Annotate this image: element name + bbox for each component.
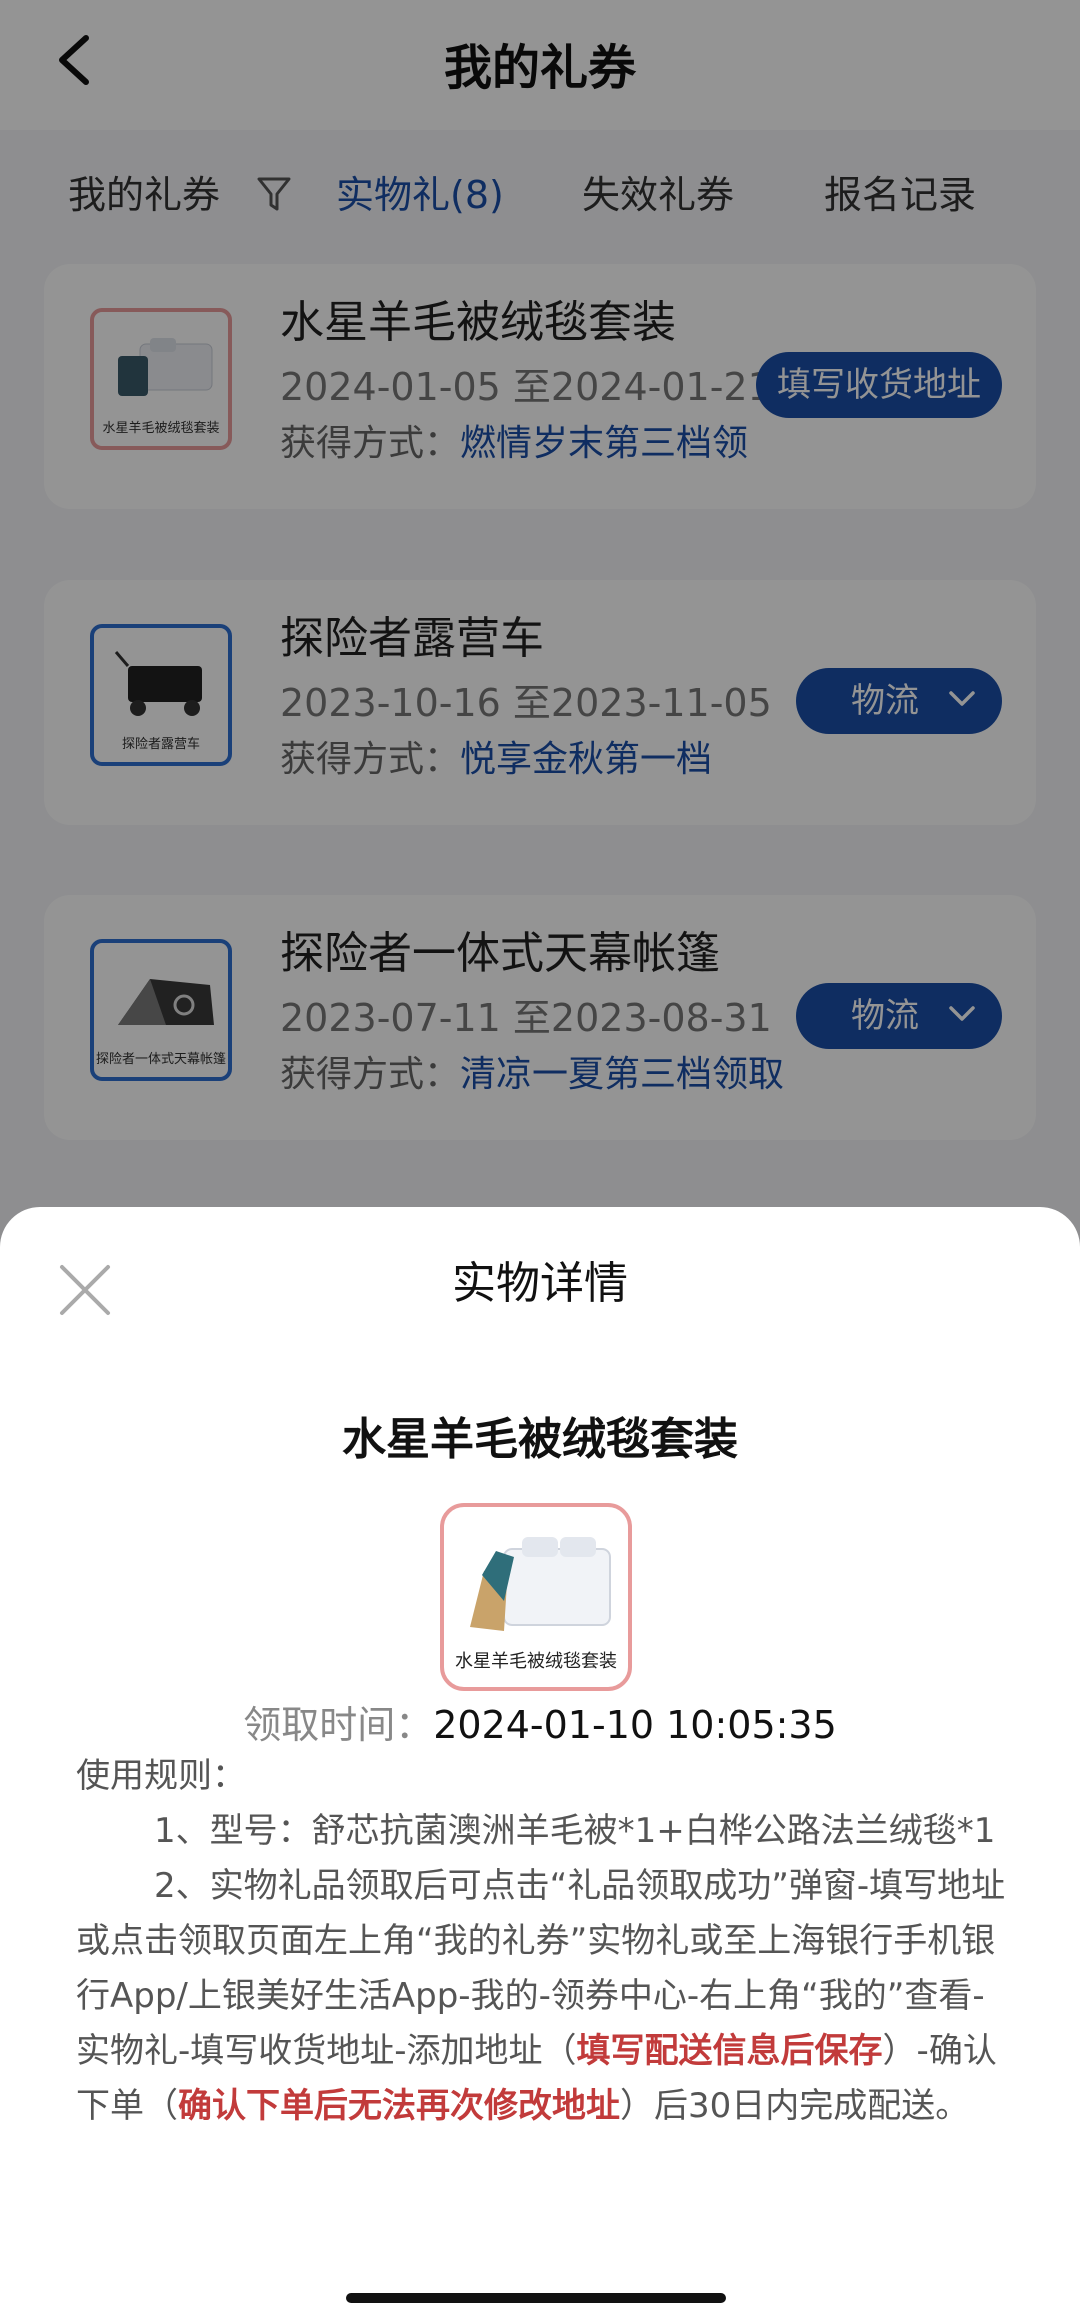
rule-item: 2、实物礼品领取后可点击“礼品领取成功”弹窗-填写地址或点击领取页面左上角“我的… (76, 1859, 1006, 2134)
claim-time-value: 2024-01-10 10:05:35 (433, 1703, 837, 1747)
gift-detail-sheet: 实物详情 水星羊毛被绒毯套装 水星羊毛被绒毯套装 领取时间：2024-01-10… (0, 1207, 1080, 2320)
usage-rules: 使用规则： 1、型号：舒芯抗菌澳洲羊毛被*1+白桦公路法兰绒毯*1 2、实物礼品… (76, 1749, 1006, 2134)
product-image-label: 水星羊毛被绒毯套装 (455, 1651, 617, 1672)
blanket-image (470, 1537, 611, 1631)
product-name: 水星羊毛被绒毯套装 (342, 1414, 738, 1465)
product-image: 水星羊毛被绒毯套装 (440, 1503, 632, 1691)
rule-item: 1、型号：舒芯抗菌澳洲羊毛被*1+白桦公路法兰绒毯*1 (154, 1811, 996, 1851)
sheet-title: 实物详情 (452, 1258, 628, 1309)
home-indicator[interactable] (346, 2293, 726, 2303)
rule-text: ）后30日内完成配送。 (620, 2086, 970, 2126)
claim-time-label: 领取时间： (243, 1703, 434, 1747)
rule-warning: 填写配送信息后保存 (576, 2031, 883, 2071)
claim-time: 领取时间：2024-01-10 10:05:35 (0, 1694, 1080, 1749)
rules-title: 使用规则： (76, 1756, 246, 1796)
rule-warning: 确认下单后无法再次修改地址 (178, 2086, 620, 2126)
